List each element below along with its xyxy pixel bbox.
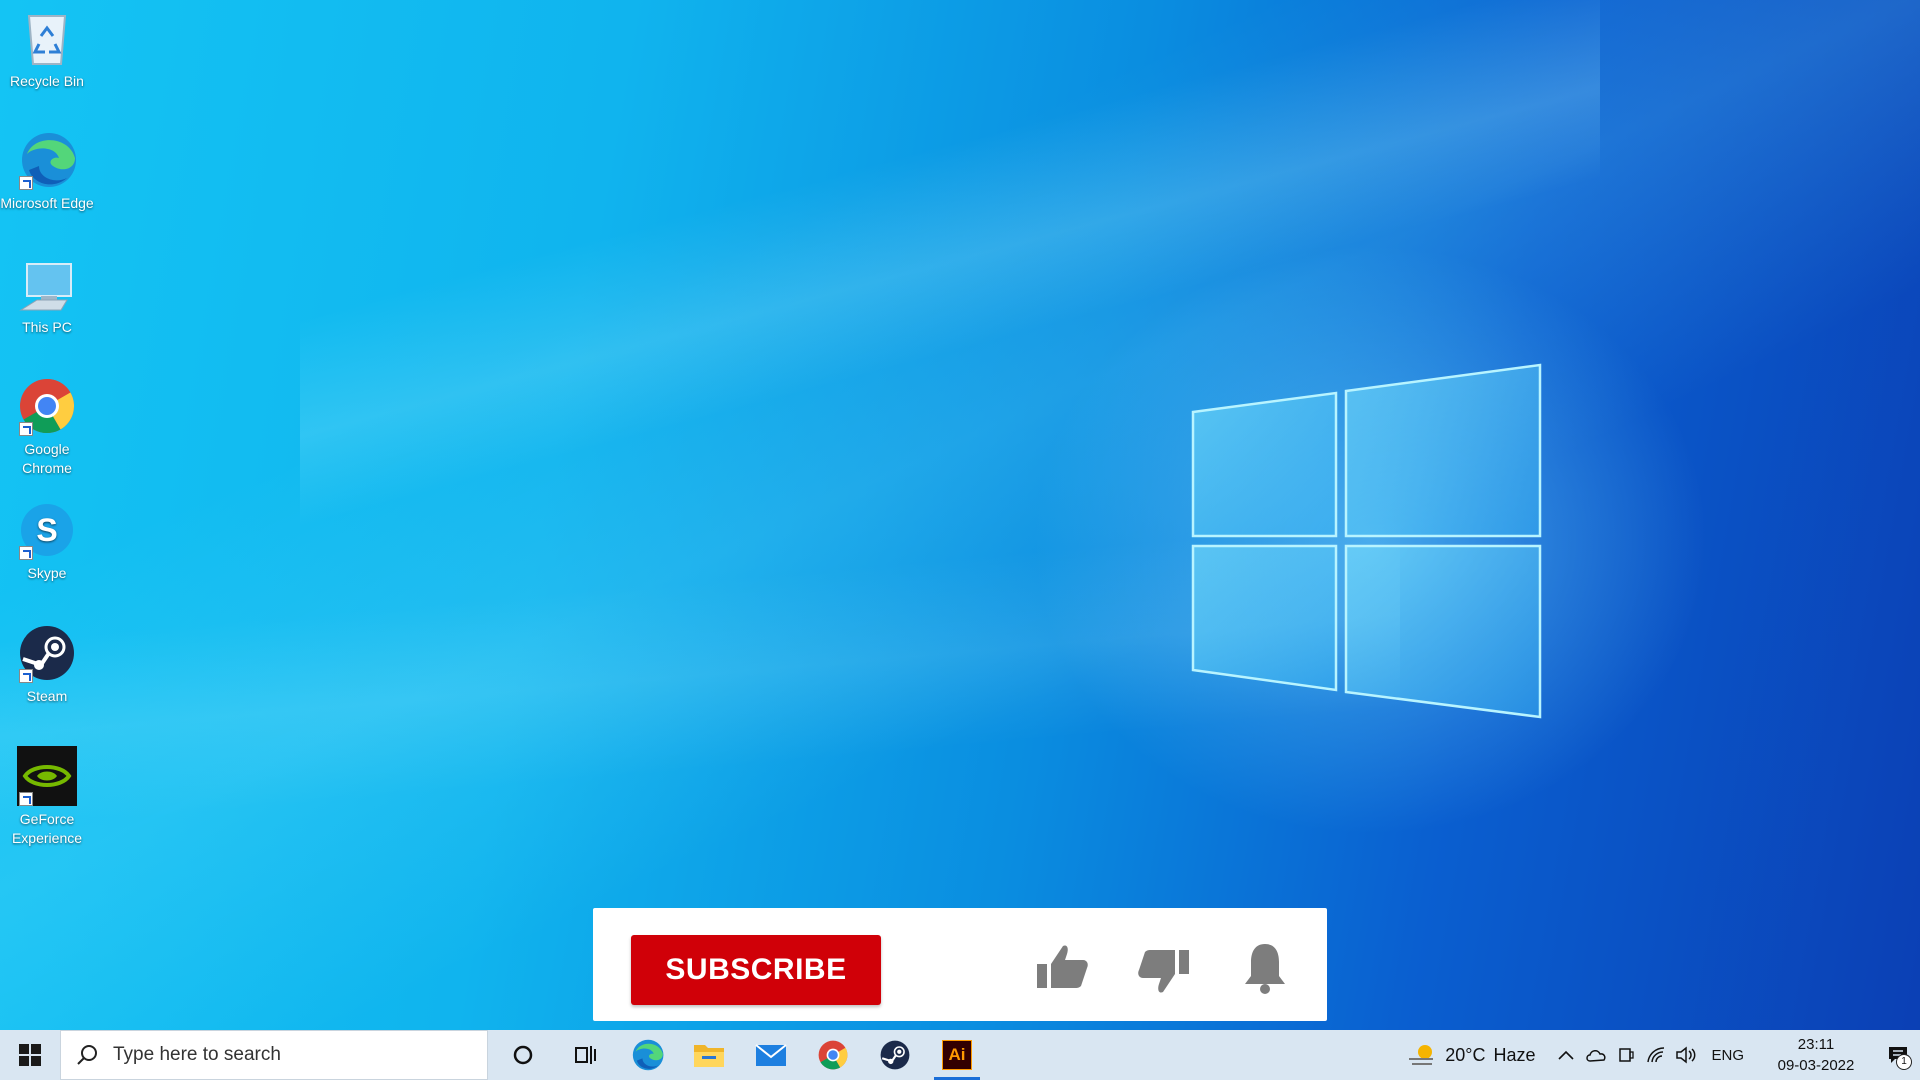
recycle-bin-icon [17,8,77,68]
skype-icon: S [17,500,77,560]
desktop-icon-label: Recycle Bin [10,73,84,89]
desktop-icon-label: Google Chrome [22,441,72,476]
thumbs-up-icon[interactable] [1033,938,1093,998]
desktop-icon-skype[interactable]: S Skype [0,492,94,583]
desktop-icon-recycle-bin[interactable]: Recycle Bin [0,0,94,91]
desktop-icon-label: This PC [22,319,72,335]
taskbar-search-box[interactable]: Type here to search [60,1030,488,1080]
show-hidden-icons-button[interactable] [1555,1044,1577,1066]
illustrator-label: Ai [948,1045,966,1064]
chevron-up-icon [1558,1050,1575,1060]
this-pc-icon [17,254,77,314]
bell-icon[interactable] [1235,938,1295,998]
device-icon [1619,1048,1635,1062]
desktop-icon-edge[interactable]: Microsoft Edge [0,122,94,213]
desktop-icon-label: Steam [26,688,68,704]
taskbar-mail-button[interactable] [740,1030,802,1080]
desktop-icon-label: GeForce Experience [11,811,83,846]
subscribe-banner: SUBSCRIBE [593,908,1327,1021]
weather-condition: Haze [1493,1044,1536,1065]
task-view-button[interactable] [554,1030,616,1080]
desktop-icon-geforce[interactable]: GeForce Experience [0,738,94,848]
illustrator-icon: Ai [942,1040,972,1070]
shortcut-arrow-icon [19,546,33,560]
taskbar-chrome-button[interactable] [802,1030,864,1080]
chrome-icon [818,1040,848,1070]
taskbar-steam-button[interactable] [864,1030,926,1080]
system-tray: 20°C Haze ENG 23:11 09-03-2022 1 [1407,1030,1920,1080]
svg-text:S: S [36,512,57,548]
shortcut-arrow-icon [19,176,33,190]
weather-haze-icon [1409,1045,1434,1065]
shortcut-arrow-icon [19,792,33,806]
edge-icon [17,130,77,190]
weather-widget[interactable]: 20°C Haze [1407,1042,1535,1068]
clock-date: 09-03-2022 [1777,1057,1855,1074]
input-language-indicator[interactable]: ENG [1711,1047,1744,1064]
windows-wallpaper-logo [1191,363,1542,719]
windows-start-icon [19,1044,41,1066]
network-button[interactable] [1645,1044,1667,1066]
taskbar: Type here to search Ai 20°C Haze ENG 23:… [0,1030,1920,1080]
cloud-icon [1586,1050,1607,1062]
file-explorer-icon [694,1045,724,1067]
geforce-icon [17,746,77,806]
taskbar-file-explorer-button[interactable] [678,1030,740,1080]
cortana-icon [513,1045,533,1065]
cortana-button[interactable] [492,1030,554,1080]
taskbar-edge-button[interactable] [616,1030,678,1080]
wifi-icon [1647,1047,1665,1063]
desktop-icon-chrome[interactable]: Google Chrome [0,368,94,478]
start-button[interactable] [0,1030,60,1080]
weather-temp: 20°C [1445,1044,1486,1065]
desktop-icon-label: Skype [27,565,67,581]
mail-icon [755,1044,787,1066]
taskbar-illustrator-button[interactable]: Ai [926,1030,988,1080]
speaker-icon [1676,1046,1696,1064]
shortcut-arrow-icon [19,422,33,436]
notification-count-badge: 1 [1896,1054,1912,1070]
search-icon [77,1045,97,1065]
steam-icon [17,623,77,683]
thumbs-down-icon[interactable] [1133,946,1193,1006]
desktop-icon-this-pc[interactable]: This PC [0,246,94,337]
steam-icon [880,1040,910,1070]
shortcut-arrow-icon [19,669,33,683]
task-view-icon [575,1046,596,1064]
desktop-icon-label: Microsoft Edge [0,195,94,211]
chrome-icon [17,376,77,436]
onedrive-button[interactable] [1585,1044,1607,1066]
volume-button[interactable] [1675,1044,1697,1066]
search-placeholder: Type here to search [113,1044,281,1065]
subscribe-button[interactable]: SUBSCRIBE [631,935,881,1005]
taskbar-clock[interactable]: 23:11 09-03-2022 [1766,1034,1866,1076]
clock-time: 23:11 [1797,1036,1835,1053]
desktop-icon-steam[interactable]: Steam [0,615,94,706]
action-center-button[interactable]: 1 [1876,1030,1920,1080]
edge-icon [632,1039,664,1071]
meet-now-button[interactable] [1615,1044,1637,1066]
